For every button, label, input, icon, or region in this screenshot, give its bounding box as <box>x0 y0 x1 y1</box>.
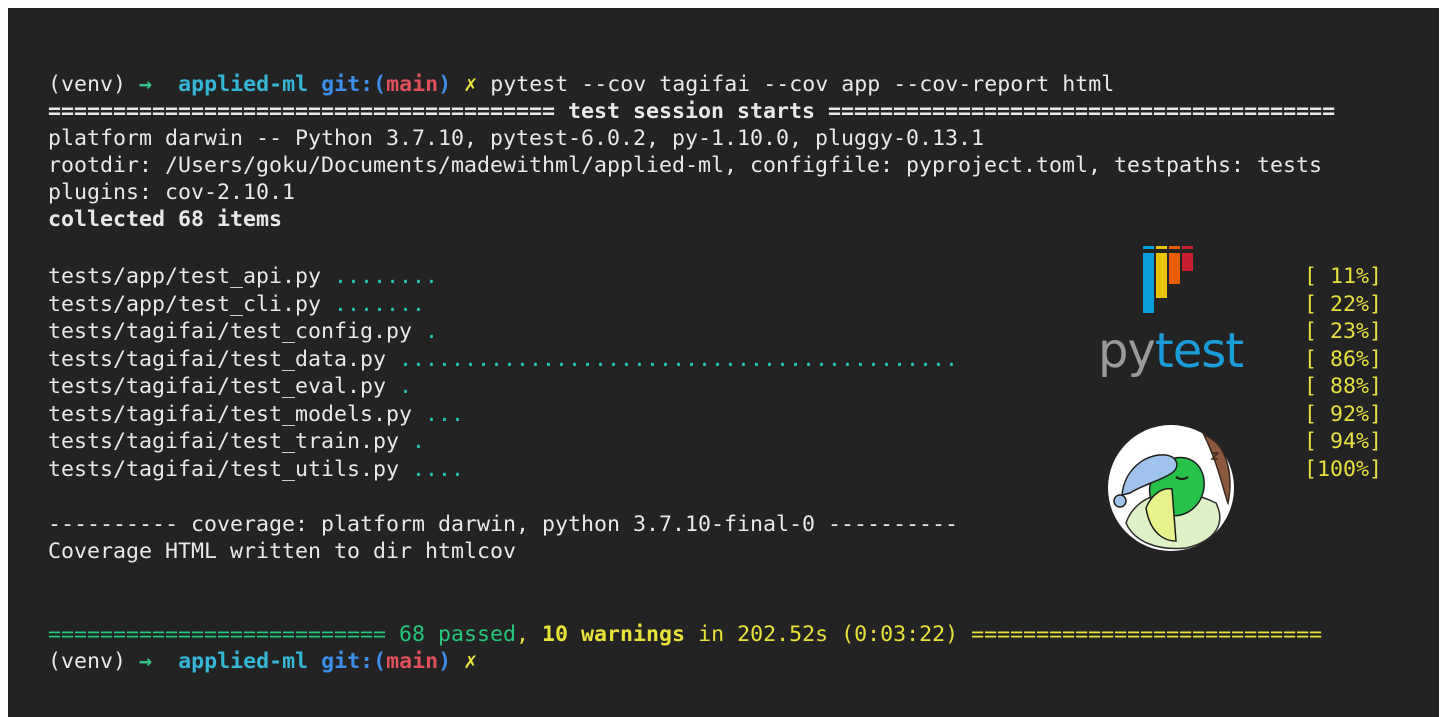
git-close: ) <box>438 72 452 97</box>
test-pass-dots: ....... <box>334 291 426 317</box>
session-title: test session starts <box>555 99 829 124</box>
test-file-path: tests/tagifai/test_eval.py <box>48 374 387 399</box>
git-label: git:( <box>321 649 387 674</box>
rule-left: ======================================= <box>48 99 556 124</box>
summary-timing: in 202.52s (0:03:22) <box>685 622 972 647</box>
test-pass-dots: . <box>425 319 439 344</box>
dirty-marker-icon: ✗ <box>464 649 478 674</box>
platform-line: platform darwin -- Python 3.7.10, pytest… <box>48 126 985 151</box>
test-pass-dots: .... <box>412 456 465 482</box>
rule-right: ======================================= <box>828 99 1336 124</box>
test-progress-percent: [ 88%] <box>1304 374 1383 399</box>
test-pass-dots: . <box>412 429 426 454</box>
test-progress-percent: [ 23%] <box>1304 319 1383 344</box>
test-file-path: tests/tagifai/test_data.py <box>48 346 387 372</box>
test-progress-percent: [ 11%] <box>1304 264 1383 289</box>
test-progress-percent: [100%] <box>1304 456 1383 482</box>
prompt-directory: applied-ml <box>178 649 309 674</box>
venv-indicator: (venv) <box>48 649 127 674</box>
git-label: git:( <box>321 72 387 97</box>
test-file-path: tests/app/test_cli.py <box>48 291 322 317</box>
dirty-marker-icon: ✗ <box>464 72 478 97</box>
test-row: tests/tagifai/test_eval.py . <box>48 373 412 400</box>
test-row: tests/tagifai/test_models.py ... <box>48 401 464 428</box>
summary-comma: , <box>516 622 530 647</box>
test-progress-percent: [ 22%] <box>1304 291 1383 317</box>
test-progress-percent: [ 94%] <box>1304 429 1383 454</box>
prompt-line-2[interactable]: (venv) → applied-ml git:(main) ✗ <box>48 648 477 675</box>
test-file-path: tests/tagifai/test_utils.py <box>48 456 400 482</box>
command-text: pytest --cov tagifai --cov app --cov-rep… <box>490 72 1115 97</box>
rootdir-line: rootdir: /Users/goku/Documents/madewithm… <box>48 153 1323 178</box>
git-close: ) <box>438 649 452 674</box>
venv-indicator: (venv) <box>48 72 127 97</box>
test-row: tests/app/test_api.py ........ <box>48 263 438 290</box>
test-pass-dots: ........ <box>334 264 439 289</box>
logo-test: test <box>1154 323 1244 379</box>
git-branch: main <box>386 72 439 97</box>
coverage-header: ---------- coverage: platform darwin, py… <box>48 512 959 537</box>
test-file-path: tests/tagifai/test_train.py <box>48 429 400 454</box>
test-row: tests/app/test_cli.py ....... <box>48 291 425 318</box>
test-file-path: tests/tagifai/test_models.py <box>48 401 413 427</box>
logo-py: py <box>1098 323 1156 379</box>
test-progress-percent: [ 92%] <box>1304 401 1383 427</box>
coverage-written-line: Coverage HTML written to dir htmlcov <box>48 539 517 564</box>
terminal-window[interactable]: (venv) → applied-ml git:(main) ✗ pytest … <box>8 8 1439 717</box>
test-progress-percent: [ 86%] <box>1304 346 1383 372</box>
test-row: tests/tagifai/test_config.py . <box>48 318 438 345</box>
summary-rule-right: =========================== <box>971 622 1323 647</box>
prompt-line: (venv) → applied-ml git:(main) ✗ pytest … <box>48 71 1114 98</box>
collected-line: collected 68 items <box>48 207 283 232</box>
prompt-directory: applied-ml <box>178 72 309 97</box>
pytest-logo-icon <box>1143 246 1193 313</box>
sleeping-mascot-icon <box>1108 425 1234 551</box>
summary-rule-left: ========================== <box>48 622 387 647</box>
test-file-path: tests/tagifai/test_config.py <box>48 319 413 344</box>
test-pass-dots: ... <box>425 401 465 427</box>
test-file-path: tests/app/test_api.py <box>48 264 322 289</box>
test-row: tests/tagifai/test_train.py . <box>48 428 425 455</box>
test-row: tests/tagifai/test_utils.py .... <box>48 456 464 483</box>
pytest-logo-text: pytest <box>1098 323 1244 379</box>
prompt-arrow-icon: → <box>139 72 153 97</box>
test-pass-dots: . <box>399 374 413 399</box>
test-row: tests/tagifai/test_data.py .............… <box>48 346 958 373</box>
prompt-arrow-icon: → <box>139 649 153 674</box>
warnings-count: 10 warnings <box>529 622 686 647</box>
session-header: ======================================= … <box>48 98 1335 125</box>
test-pass-dots: ........................................… <box>399 346 959 372</box>
summary-line: ========================== 68 passed, 10… <box>48 621 1322 648</box>
passed-count: 68 passed <box>386 622 517 647</box>
git-branch: main <box>386 649 439 674</box>
plugins-line: plugins: cov-2.10.1 <box>48 180 296 205</box>
